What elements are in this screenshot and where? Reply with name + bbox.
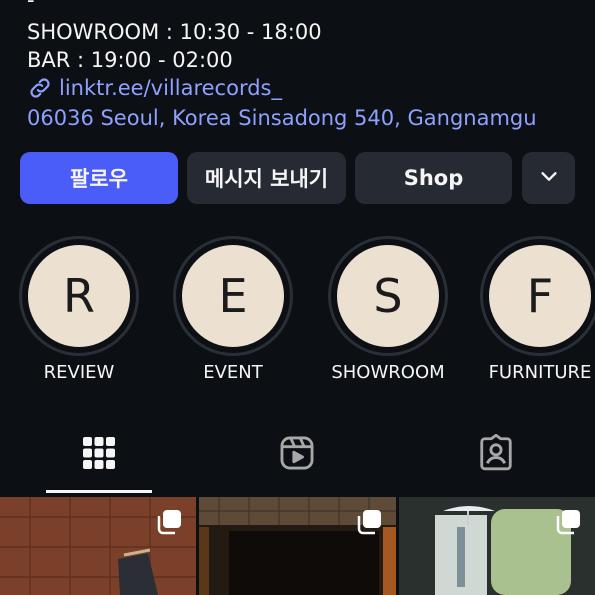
highlight-label: SHOWROOM [331,362,445,383]
post-thumbnail[interactable] [0,497,196,595]
profile-tabs [0,420,595,494]
reels-icon [278,434,316,476]
carousel-icon [555,509,581,535]
message-button[interactable]: 메시지 보내기 [187,152,346,204]
bio-dash: - [27,0,35,12]
highlight-ring: R [19,236,139,356]
highlight-label: REVIEW [43,362,115,383]
tab-tagged[interactable] [397,420,595,490]
shop-button[interactable]: Shop [355,152,512,204]
highlight-ring: S [328,236,448,356]
highlight-event[interactable]: E EVENT [168,236,298,383]
highlight-cover: S [337,245,439,347]
highlight-cover: F [489,245,591,347]
follow-button[interactable]: 팔로우 [20,152,178,204]
post-thumbnail[interactable] [399,497,595,595]
bar-hours: BAR : 19:00 - 02:00 [27,48,233,72]
bio-link-text[interactable]: linktr.ee/villarecords_ [59,74,282,102]
tab-reels[interactable] [198,420,396,490]
highlight-label: FURNITURE [488,362,592,383]
highlight-label: EVENT [203,362,263,383]
carousel-icon [156,509,182,535]
address-link[interactable]: 06036 Seoul, Korea Sinsadong 540, Gangna… [27,104,537,132]
chevron-down-icon [538,165,560,192]
grid-icon [82,436,116,474]
showroom-hours: SHOWROOM : 10:30 - 18:00 [27,20,322,44]
link-icon [27,75,53,101]
highlight-cover: E [182,245,284,347]
highlight-showroom[interactable]: S SHOWROOM [323,236,453,383]
post-thumbnail[interactable] [199,497,396,595]
active-tab-indicator [46,490,152,493]
bio-link[interactable]: linktr.ee/villarecords_ [27,74,282,102]
highlight-review[interactable]: R REVIEW [14,236,144,383]
carousel-icon [356,509,382,535]
tagged-icon [477,433,515,476]
highlight-furniture[interactable]: F FURNITURE [475,236,595,383]
highlight-ring: F [480,236,595,356]
tab-posts[interactable] [0,420,198,490]
suggested-accounts-button[interactable] [522,152,575,204]
highlight-ring: E [173,236,293,356]
highlight-cover: R [28,245,130,347]
